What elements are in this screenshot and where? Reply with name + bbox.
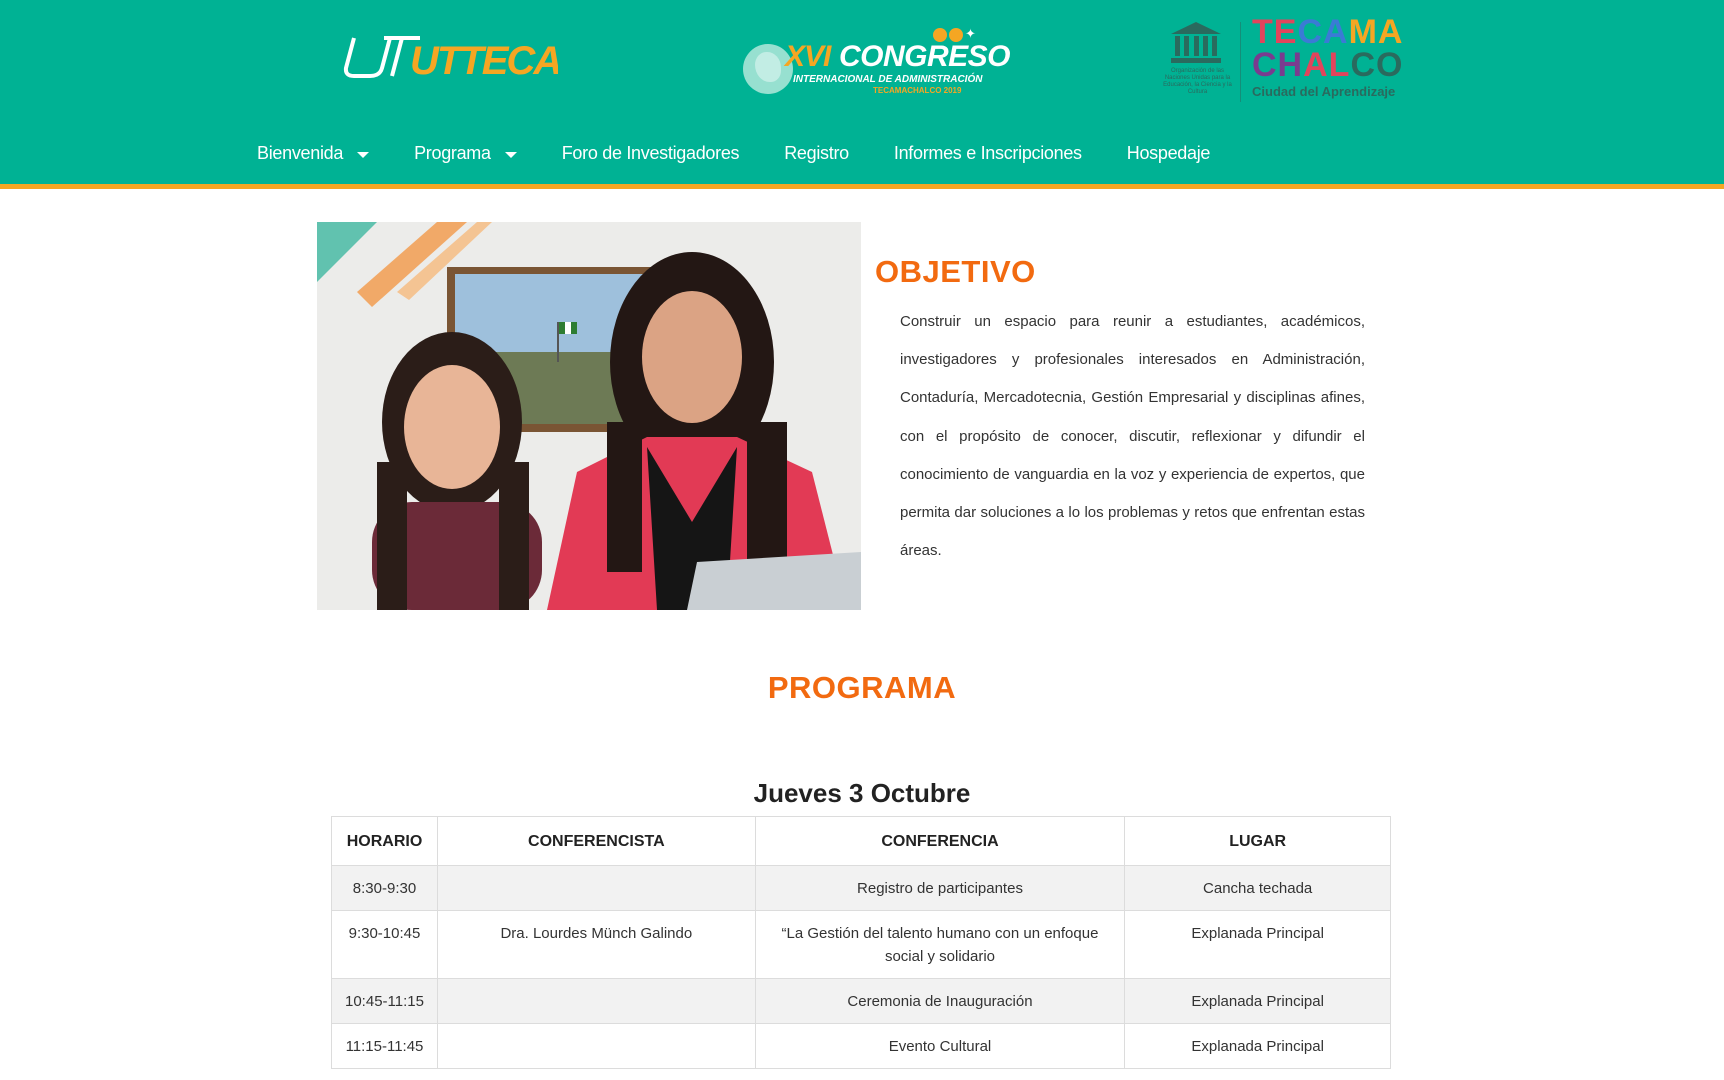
cell-lugar: Explanada Principal [1124, 978, 1391, 1024]
table-header-row: HORARIO CONFERENCISTA CONFERENCIA LUGAR [331, 816, 1391, 866]
table-row: 9:30-10:45 Dra. Lourdes Münch Galindo “L… [331, 910, 1391, 979]
main-nav: Bienvenida Programa Foro de Investigador… [257, 138, 1255, 168]
cell-conferencista [436, 978, 756, 1024]
table-row: 11:15-11:45 Evento Cultural Explanada Pr… [331, 1023, 1391, 1069]
nav-item-foro-de-investigadores[interactable]: Foro de Investigadores [562, 143, 740, 164]
congreso-logo[interactable]: ✦ XVI CONGRESO INTERNACIONAL DE ADMINIST… [743, 22, 1011, 96]
cell-horario: 8:30-9:30 [331, 865, 438, 911]
nav-item-label: Hospedaje [1126, 142, 1211, 163]
uttecam-logo[interactable]: UTTECAM [340, 28, 597, 84]
nav-item-registro[interactable]: Registro [784, 143, 849, 164]
cell-horario: 11:15-11:45 [331, 1023, 438, 1069]
nav-item-label: Bienvenida [257, 142, 344, 163]
table-row: 10:45-11:15 Ceremonia de Inauguración Ex… [331, 978, 1391, 1024]
cell-conferencista [436, 1023, 756, 1069]
hero-photo [317, 222, 861, 610]
site-header: UTTECAM ✦ XVI CONGRESO INTERNACIONAL DE … [0, 0, 1724, 189]
nav-item-hospedaje[interactable]: Hospedaje [1126, 142, 1211, 164]
nav-item-bienvenida[interactable]: Bienvenida [257, 142, 370, 164]
cell-lugar: Cancha techada [1124, 865, 1391, 911]
objetivo-paragraph: Construir un espacio para reunir a estud… [900, 313, 1365, 560]
cell-conferencia: Evento Cultural [754, 1023, 1126, 1069]
tecamachalco-logo[interactable]: TECAMA CHALCO Ciudad del Aprendizaje [1252, 13, 1417, 100]
congreso-title: CONGRESO [839, 40, 1011, 73]
programa-heading: PROGRAMA [767, 670, 957, 705]
cell-conferencia: “La Gestión del talento humano con un en… [754, 910, 1126, 979]
cell-lugar: Explanada Principal [1124, 910, 1391, 979]
column-header-lugar: LUGAR [1124, 816, 1391, 866]
column-header-conferencista: CONFERENCISTA [436, 816, 756, 866]
column-header-conferencia: CONFERENCIA [754, 816, 1126, 866]
unesco-logo: Organización de las Naciones Unidas para… [1160, 18, 1235, 100]
nav-item-informes-e-inscripciones[interactable]: Informes e Inscripciones [894, 143, 1082, 164]
cell-lugar: Explanada Principal [1124, 1023, 1391, 1069]
day-heading: Jueves 3 Octubre [753, 778, 971, 808]
congreso-number: XVI [785, 40, 831, 73]
objetivo-heading: OBJETIVO [875, 254, 1036, 289]
nav-item-label: Foro de Investigadores [561, 142, 740, 163]
nav-item-programa[interactable]: Programa [414, 143, 517, 164]
tecamachalco-logo-line1: TECAMA [1252, 13, 1404, 51]
nav-item-label: Informes e Inscripciones [893, 142, 1082, 163]
cell-conferencia: Ceremonia de Inauguración [754, 978, 1126, 1024]
cell-conferencia: Registro de participantes [754, 865, 1126, 911]
unesco-caption: Organización de las Naciones Unidas para… [1163, 68, 1232, 95]
cell-horario: 10:45-11:15 [331, 978, 438, 1024]
column-header-horario: HORARIO [331, 816, 438, 866]
tecamachalco-logo-line2: CHALCO [1252, 46, 1404, 84]
logo-divider [1240, 22, 1241, 102]
congreso-subtitle: INTERNACIONAL DE ADMINISTRACIÓN [793, 74, 983, 85]
cell-conferencista [436, 865, 756, 911]
caret-down-icon [357, 152, 370, 158]
nav-item-label: Programa [414, 142, 491, 163]
caret-down-icon [504, 152, 517, 158]
table-row: 8:30-9:30 Registro de participantes Canc… [331, 865, 1391, 911]
congreso-place: TECAMACHALCO 2019 [873, 86, 962, 95]
unesco-temple-icon [1171, 22, 1221, 64]
uttecam-logo-text: UTTECAM [410, 39, 558, 83]
nav-item-label: Registro [784, 142, 849, 163]
cell-horario: 9:30-10:45 [331, 910, 438, 979]
schedule-table: HORARIO CONFERENCISTA CONFERENCIA LUGAR … [331, 816, 1391, 1069]
tecamachalco-tagline: Ciudad del Aprendizaje [1252, 84, 1396, 99]
cell-conferencista: Dra. Lourdes Münch Galindo [436, 910, 756, 979]
